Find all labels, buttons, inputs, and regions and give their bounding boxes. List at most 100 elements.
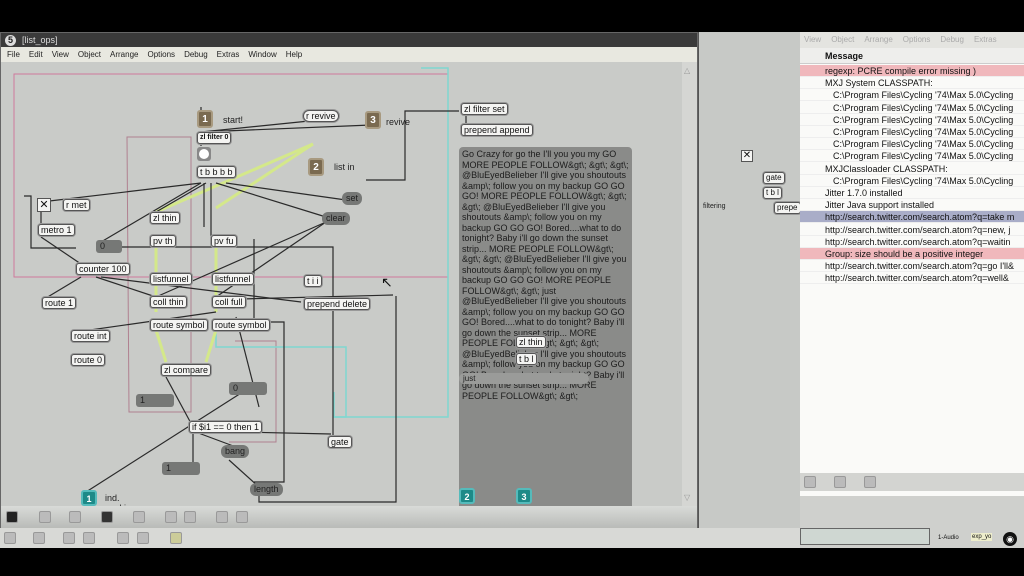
copy-icon[interactable] (165, 511, 177, 523)
menu-extras[interactable]: Extras (217, 50, 240, 59)
back-icon[interactable] (864, 476, 876, 488)
copy-icon[interactable] (63, 532, 75, 544)
console-row[interactable]: Group: size should be a positive integer (800, 248, 1024, 260)
toolbar-icon[interactable] (4, 532, 16, 544)
menu-file[interactable]: File (7, 50, 20, 59)
patch-canvas[interactable]: 1 start! r revive 3 revive zl filter 0 t… (1, 62, 681, 506)
zl-compare-object[interactable]: zl compare (161, 364, 212, 376)
outlet-1[interactable]: 1 (81, 490, 97, 506)
toggle-icon[interactable]: ✕ (37, 198, 51, 212)
column-header-message[interactable]: Message (800, 48, 1024, 64)
new-object-icon[interactable] (39, 511, 51, 523)
console-row[interactable]: http://search.twitter.com/search.atom?q=… (800, 224, 1024, 236)
move-icon[interactable] (69, 511, 81, 523)
route-0-object[interactable]: route 0 (71, 354, 106, 366)
console-row[interactable]: C:\Program Files\Cycling '74\Max 5.0\Cyc… (800, 138, 1024, 151)
menu-view[interactable]: View (52, 50, 69, 59)
pv-fu-object[interactable]: pv fu (211, 235, 237, 247)
console-row[interactable]: regexp: PCRE compile error missing ) (800, 65, 1024, 77)
inspector-icon[interactable] (133, 511, 145, 523)
route-1-object[interactable]: route 1 (42, 297, 77, 309)
just-message[interactable]: just (459, 373, 589, 384)
menu-view[interactable]: View (804, 35, 821, 44)
console-input[interactable] (800, 528, 930, 545)
clear-icon[interactable] (804, 476, 816, 488)
route-symbol-object[interactable]: route symbol (150, 319, 208, 331)
inlet-1[interactable]: 1 (197, 110, 213, 128)
zl-thin-object[interactable]: zl thin (150, 212, 180, 224)
zl-thin-object[interactable]: zl thin (516, 336, 546, 348)
outlet-2[interactable]: 2 (459, 488, 475, 504)
zl-filter-0-object[interactable]: zl filter 0 (197, 132, 232, 144)
inlet-3[interactable]: 3 (365, 111, 381, 129)
length-message[interactable]: length (250, 483, 283, 496)
prepend-delete-object[interactable]: prepend delete (304, 298, 371, 310)
listfunnel-object[interactable]: listfunnel (212, 273, 254, 285)
trigger-ii-object[interactable]: t i i (304, 275, 322, 287)
lock-icon[interactable] (6, 511, 18, 523)
bang-button[interactable] (197, 147, 211, 161)
grid-icon[interactable] (117, 532, 129, 544)
route-int-object[interactable]: route int (71, 330, 110, 342)
console-row[interactable]: http://search.twitter.com/search.atom?q=… (800, 272, 1024, 285)
if-expression-object[interactable]: if $i1 == 0 then 1 (189, 421, 263, 433)
console-row[interactable]: http://search.twitter.com/search.atom?q=… (800, 236, 1024, 248)
console-row[interactable]: C:\Program Files\Cycling '74\Max 5.0\Cyc… (800, 175, 1024, 187)
prepend-append-object[interactable]: prepend append (461, 124, 533, 136)
grid-icon[interactable] (216, 511, 228, 523)
pv-th-object[interactable]: pv th (150, 235, 176, 247)
console-message-list[interactable]: Message regexp: PCRE compile error missi… (800, 48, 1024, 496)
console-row[interactable]: Jitter Java support installed (800, 199, 1024, 212)
number-box[interactable]: 0 (229, 382, 267, 395)
menu-debug[interactable]: Debug (940, 35, 964, 44)
menu-debug[interactable]: Debug (184, 50, 208, 59)
background-patcher-window[interactable]: ✕ gate t b l prepe filtering (698, 32, 801, 528)
r-met-object[interactable]: r met (63, 199, 90, 211)
scroll-down-icon[interactable]: ▽ (684, 493, 690, 502)
console-row[interactable]: C:\Program Files\Cycling '74\Max 5.0\Cyc… (800, 89, 1024, 102)
console-row[interactable]: MXJ System CLASSPATH: (800, 77, 1024, 90)
snap-icon[interactable] (236, 511, 248, 523)
dsp-power-icon[interactable]: ◉ (1003, 532, 1017, 546)
clear-message[interactable]: clear (322, 212, 350, 225)
info-icon[interactable] (834, 476, 846, 488)
tweet-message-box[interactable]: Go Crazy for go the I'll you you my GO M… (459, 147, 632, 506)
gate-object[interactable]: gate (763, 172, 785, 184)
outlet-3[interactable]: 3 (516, 488, 532, 504)
gate-object[interactable]: gate (328, 436, 352, 448)
coll-thin-object[interactable]: coll thin (150, 296, 187, 308)
menu-options[interactable]: Options (147, 50, 175, 59)
vertical-scrollbar[interactable]: △ ▽ (682, 62, 697, 506)
console-row[interactable]: Jitter 1.7.0 installed (800, 187, 1024, 199)
number-box[interactable]: 1 (162, 462, 200, 475)
trigger-bl-object[interactable]: t b l (516, 353, 537, 365)
number-box[interactable]: 0 (96, 240, 122, 253)
exp-tab[interactable]: exp_yo (971, 533, 993, 541)
console-row[interactable]: C:\Program Files\Cycling '74\Max 5.0\Cyc… (800, 114, 1024, 126)
trigger-object[interactable]: t b b b b (197, 166, 236, 178)
menu-arrange[interactable]: Arrange (110, 50, 138, 59)
inspector-icon[interactable] (33, 532, 45, 544)
snap-icon[interactable] (137, 532, 149, 544)
bang-message[interactable]: bang (221, 445, 250, 458)
counter-object[interactable]: counter 100 (76, 263, 130, 275)
metro-object[interactable]: metro 1 (38, 224, 75, 236)
menu-help[interactable]: Help (286, 50, 302, 59)
number-box[interactable]: 1 (136, 394, 174, 407)
r-revive-object[interactable]: r revive (303, 110, 339, 122)
set-message[interactable]: set (342, 192, 363, 205)
zl-filter-set-object[interactable]: zl filter set (461, 103, 508, 115)
menu-object[interactable]: Object (831, 35, 854, 44)
menu-window[interactable]: Window (248, 50, 276, 59)
route-symbol-object[interactable]: route symbol (212, 319, 270, 331)
presentation-icon[interactable] (101, 511, 113, 523)
menu-edit[interactable]: Edit (29, 50, 43, 59)
paste-icon[interactable] (83, 532, 95, 544)
coll-full-object[interactable]: coll full (212, 296, 246, 308)
listfunnel-object[interactable]: listfunnel (150, 273, 192, 285)
prepend-object[interactable]: prepe (774, 202, 801, 214)
console-row[interactable]: MXJClassloader CLASSPATH: (800, 163, 1024, 175)
undo-icon[interactable] (170, 532, 182, 544)
trigger-object[interactable]: t b l (763, 187, 782, 199)
menu-object[interactable]: Object (78, 50, 101, 59)
